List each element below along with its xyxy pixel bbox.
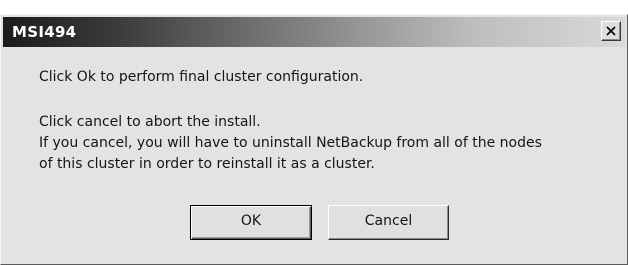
close-button[interactable] [601, 21, 621, 41]
cancel-button[interactable]: Cancel [328, 205, 449, 240]
message-line-warning: If you cancel, you will have to uninstal… [39, 135, 542, 151]
window-title: MSI494 [12, 23, 77, 41]
ok-button[interactable]: OK [190, 205, 312, 240]
title-bar[interactable]: MSI494 [3, 17, 625, 47]
message-line-warning-cont: of this cluster in order to reinstall it… [39, 156, 375, 172]
close-icon [606, 26, 616, 36]
dialog-window: MSI494 Click Ok to perform final cluster… [0, 14, 628, 265]
message-line-cancel: Click cancel to abort the install. [39, 114, 261, 130]
message-line-ok: Click Ok to perform final cluster config… [39, 69, 364, 85]
